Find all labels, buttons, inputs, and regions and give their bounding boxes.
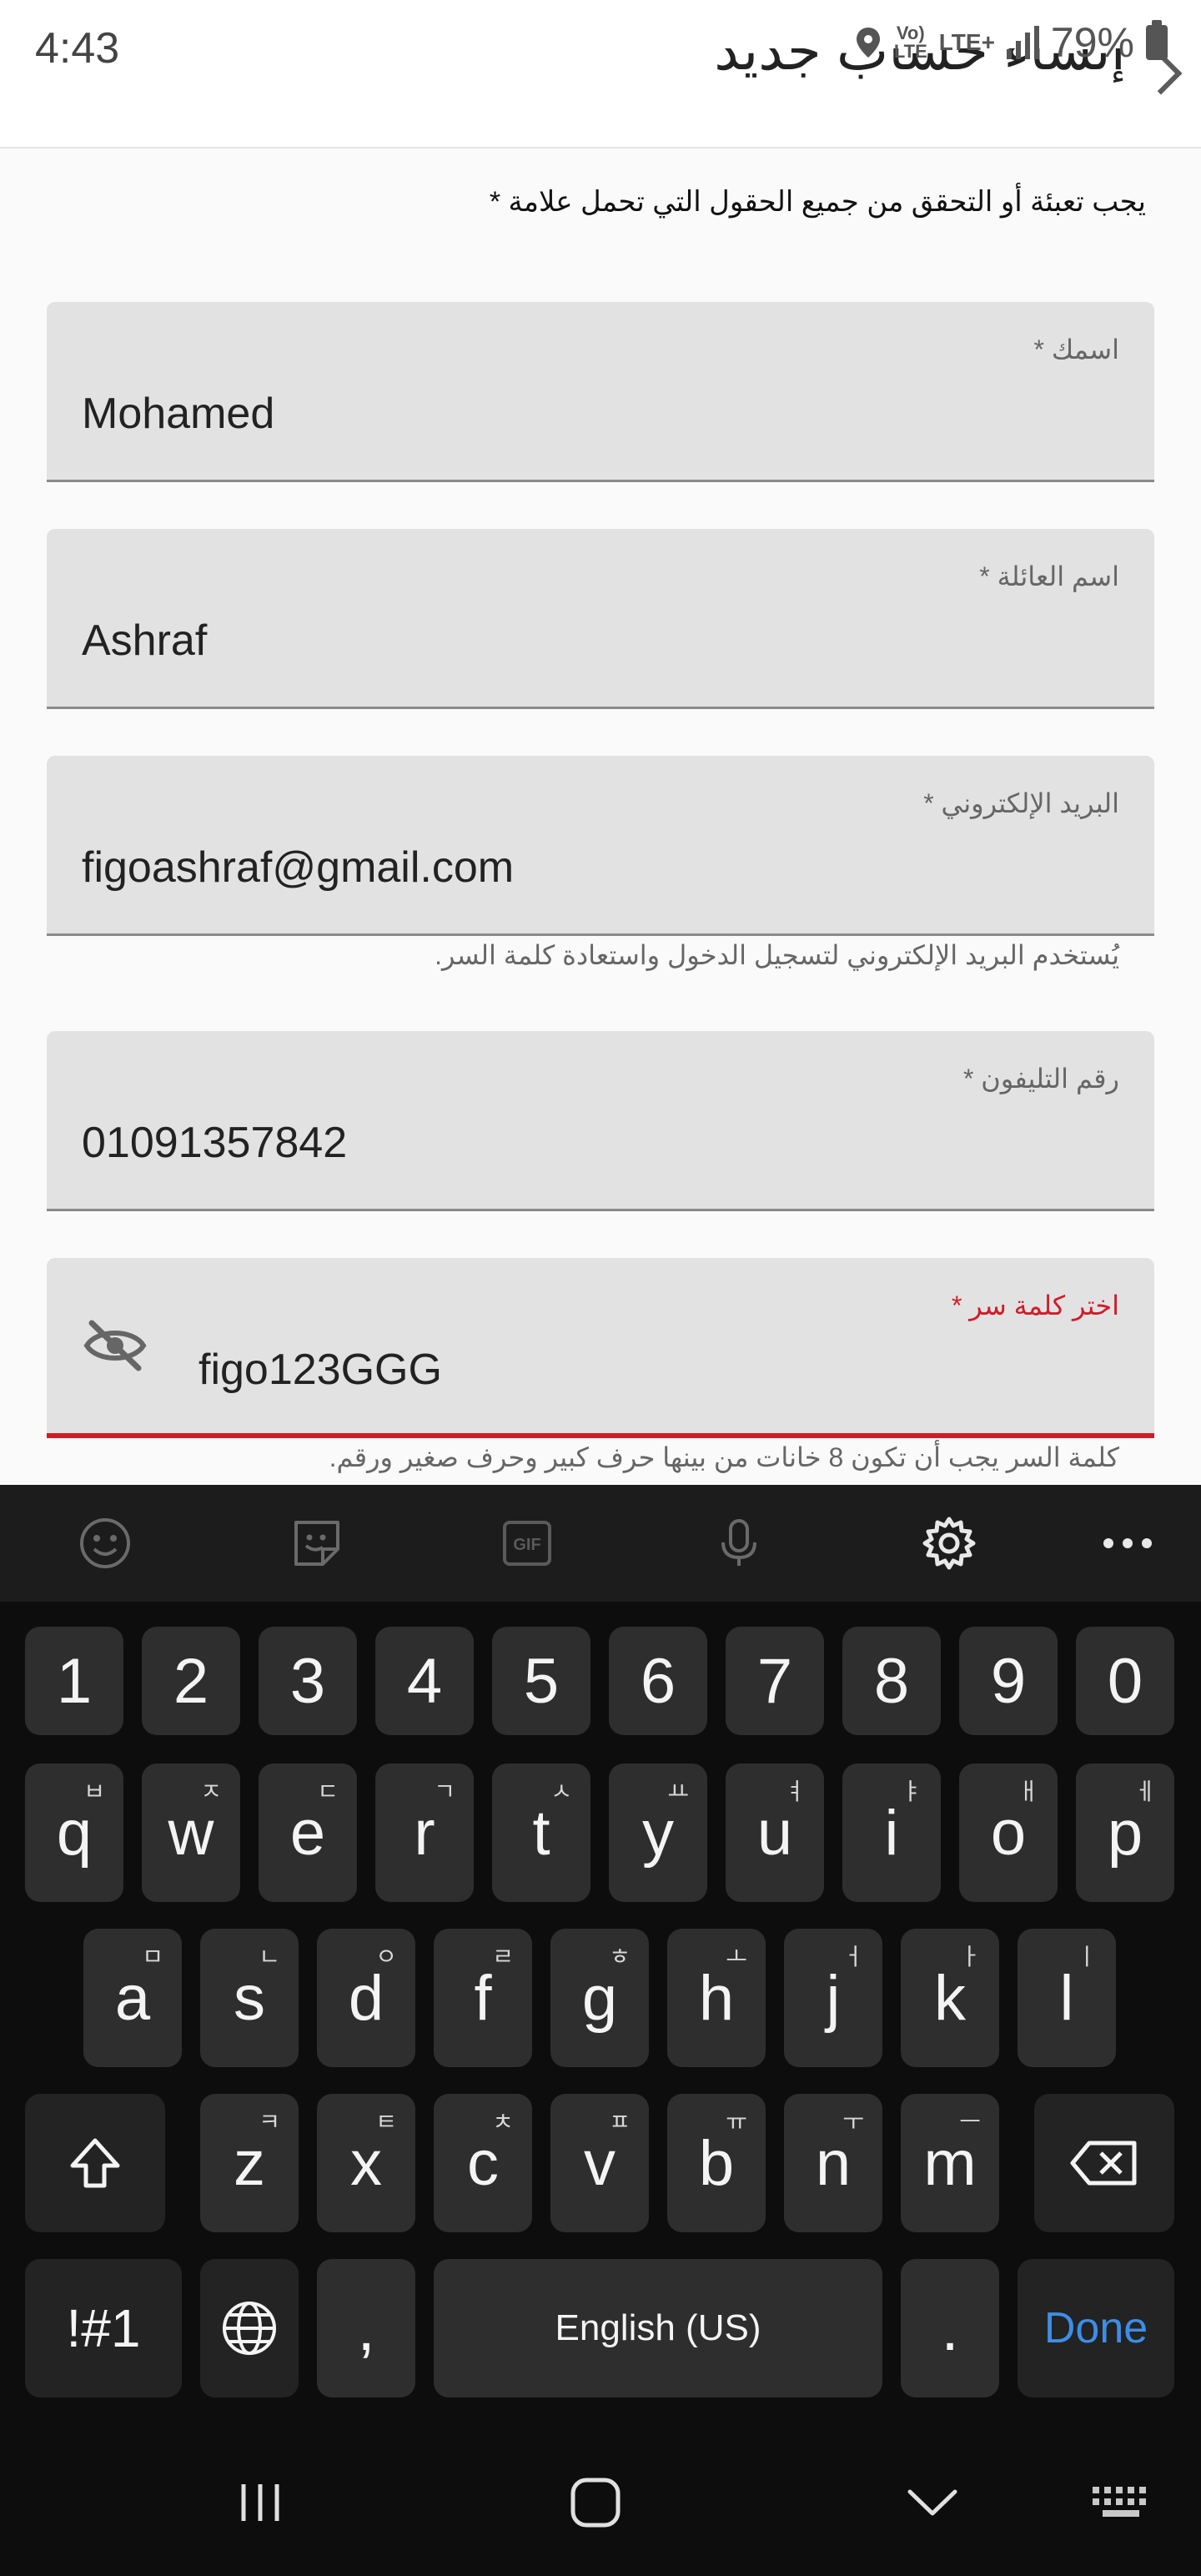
key-n[interactable]: ㅜn: [784, 2094, 882, 2232]
key-l[interactable]: ㅣl: [1018, 1929, 1116, 2067]
home-icon[interactable]: [554, 2469, 637, 2536]
key-x[interactable]: ㅌx: [317, 2094, 415, 2232]
key-d[interactable]: ㅇd: [317, 1929, 415, 2067]
email-field[interactable]: البريد الإلكتروني * figoashraf@gmail.com: [47, 756, 1154, 936]
key-e[interactable]: ㄷe: [259, 1763, 357, 1902]
password-value[interactable]: figo123GGG: [198, 1345, 442, 1395]
key-k[interactable]: ㅏk: [901, 1929, 999, 2067]
battery-percent: 79%: [1050, 19, 1134, 66]
key-a[interactable]: ㅁa: [83, 1929, 182, 2067]
key-r[interactable]: ㄱr: [375, 1763, 474, 1902]
volte-indicator: Vo) LTE: [893, 23, 927, 62]
key-b[interactable]: ㅠb: [667, 2094, 766, 2232]
key-o[interactable]: ㅐo: [959, 1763, 1058, 1902]
key-h[interactable]: ㅗh: [667, 1929, 766, 2067]
location-icon: [856, 28, 880, 58]
keyboard-icon[interactable]: [1081, 2469, 1164, 2536]
first-name-value[interactable]: Mohamed: [82, 389, 274, 439]
password-field[interactable]: اختر كلمة سر * figo123GGG: [47, 1258, 1154, 1438]
status-time: 4:43: [35, 24, 120, 73]
signal-icon: [1006, 26, 1039, 59]
status-bar: 4:43 إنشاء حساب جديد Vo) LTE LTE+ 79%: [0, 0, 1201, 148]
required-fields-note: يجب تعبئة أو التحقق من جميع الحقول التي …: [489, 186, 1146, 218]
key-5[interactable]: 5: [492, 1627, 590, 1735]
backspace-key[interactable]: [1034, 2094, 1174, 2232]
key-9[interactable]: 9: [959, 1627, 1058, 1735]
key-u[interactable]: ㅕu: [726, 1763, 824, 1902]
back-icon[interactable]: [891, 2469, 974, 2536]
shift-key[interactable]: [25, 2094, 165, 2232]
shift-icon: [70, 2138, 120, 2188]
key-s[interactable]: ㄴs: [200, 1929, 299, 2067]
screen: 4:43 إنشاء حساب جديد Vo) LTE LTE+ 79% يجب…: [0, 0, 1201, 2576]
key-c[interactable]: ㅊc: [434, 2094, 532, 2232]
email-value[interactable]: figoashraf@gmail.com: [82, 843, 514, 893]
sticker-icon[interactable]: [284, 1510, 350, 1577]
password-label: اختر كلمة سر *: [951, 1291, 1119, 1321]
last-name-value[interactable]: Ashraf: [82, 616, 207, 666]
key-p[interactable]: ㅔp: [1076, 1763, 1174, 1902]
key-v[interactable]: ㅍv: [550, 2094, 649, 2232]
backspace-icon: [1070, 2141, 1137, 2186]
done-key[interactable]: Done: [1018, 2259, 1174, 2397]
key-t[interactable]: ㅅt: [492, 1763, 590, 1902]
key-0[interactable]: 0: [1076, 1627, 1174, 1735]
language-key[interactable]: [200, 2259, 299, 2397]
lte-indicator: LTE+: [938, 29, 995, 55]
key-f[interactable]: ㄹf: [434, 1929, 532, 2067]
space-key[interactable]: English (US): [434, 2259, 882, 2397]
key-z[interactable]: ㅋz: [200, 2094, 299, 2232]
battery-icon: [1146, 20, 1168, 60]
hide-password-icon[interactable]: [82, 1316, 148, 1375]
status-icons: Vo) LTE LTE+ 79%: [854, 18, 1168, 67]
key-w[interactable]: ㅈw: [142, 1763, 240, 1902]
globe-icon: [223, 2302, 276, 2355]
key-8[interactable]: 8: [842, 1627, 941, 1735]
key-m[interactable]: ㅡm: [901, 2094, 999, 2232]
symbols-key[interactable]: !#1: [25, 2259, 182, 2397]
password-help-text: كلمة السر يجب أن تكون 8 خانات من بينها ح…: [329, 1442, 1119, 1472]
key-i[interactable]: ㅑi: [842, 1763, 941, 1902]
microphone-icon[interactable]: [706, 1510, 772, 1577]
key-6[interactable]: 6: [609, 1627, 707, 1735]
key-4[interactable]: 4: [375, 1627, 474, 1735]
settings-icon[interactable]: [916, 1510, 982, 1577]
navigation-bar: [0, 2436, 1201, 2576]
key-g[interactable]: ㅎg: [550, 1929, 649, 2067]
gif-icon[interactable]: GIF: [494, 1510, 560, 1577]
key-1[interactable]: 1: [25, 1627, 123, 1735]
phone-value[interactable]: 01091357842: [82, 1118, 347, 1168]
key-7[interactable]: 7: [726, 1627, 824, 1735]
keyboard: 1 2 3 4 5 6 7 8 9 0 ㅂq ㅈw ㄷe ㄱr ㅅt ㅛy ㅕu…: [0, 1602, 1201, 2436]
keyboard-toolbar: GIF: [0, 1485, 1201, 1602]
key-2[interactable]: 2: [142, 1627, 240, 1735]
more-icon[interactable]: [1094, 1510, 1161, 1577]
first-name-label: اسمك *: [1033, 335, 1119, 365]
email-help-text: يُستخدم البريد الإلكتروني لتسجيل الدخول …: [435, 940, 1119, 970]
last-name-field[interactable]: اسم العائلة * Ashraf: [47, 529, 1154, 709]
comma-key[interactable]: ,: [317, 2259, 415, 2397]
key-q[interactable]: ㅂq: [25, 1763, 123, 1902]
first-name-field[interactable]: اسمك * Mohamed: [47, 302, 1154, 482]
phone-field[interactable]: رقم التليفون * 01091357842: [47, 1031, 1154, 1211]
key-j[interactable]: ㅓj: [784, 1929, 882, 2067]
phone-label: رقم التليفون *: [962, 1064, 1119, 1094]
email-label: البريد الإلكتروني *: [923, 788, 1119, 818]
last-name-label: اسم العائلة *: [979, 561, 1119, 591]
period-key[interactable]: .: [901, 2259, 999, 2397]
key-3[interactable]: 3: [259, 1627, 357, 1735]
key-y[interactable]: ㅛy: [609, 1763, 707, 1902]
gif-icon-label: GIF: [513, 1536, 540, 1554]
emoji-icon[interactable]: [72, 1510, 138, 1577]
recents-icon[interactable]: [219, 2469, 302, 2536]
